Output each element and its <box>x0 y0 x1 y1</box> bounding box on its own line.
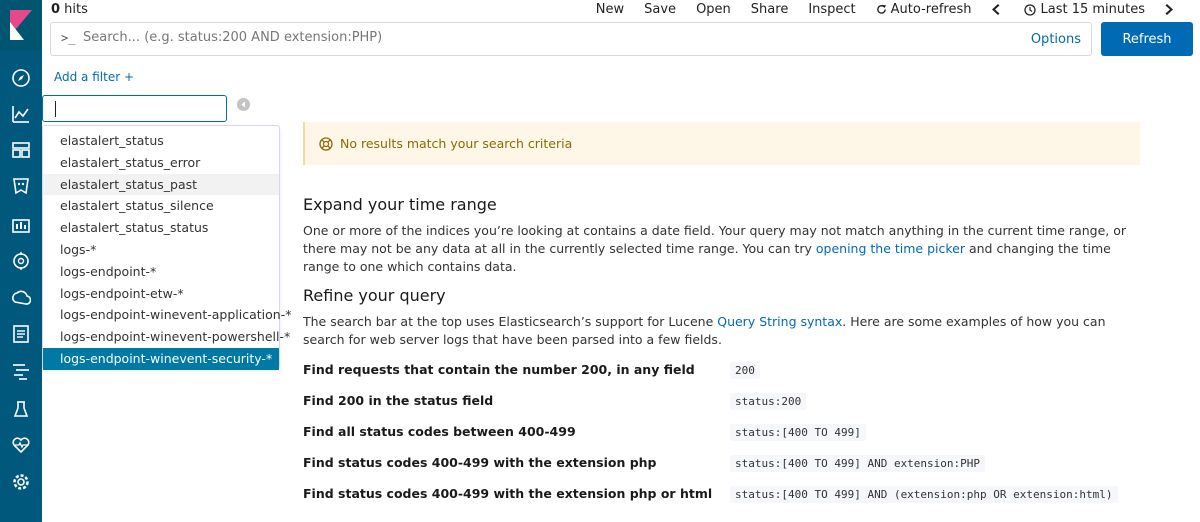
refresh-button[interactable]: Refresh <box>1101 22 1193 56</box>
index-pattern-item[interactable]: elastalert_status_error <box>43 152 279 174</box>
kibana-logo[interactable] <box>0 0 42 50</box>
help-icon <box>319 136 333 155</box>
chevron-left-icon <box>992 4 1000 15</box>
clock-icon <box>1024 3 1037 16</box>
hits-label: hits <box>60 2 88 17</box>
collapse-sidebar-icon[interactable] <box>237 98 250 111</box>
example-code: status:[400 TO 499] AND (extension:php O… <box>730 486 1118 503</box>
top-menu: New Save Open Share Inspect Auto-refresh… <box>576 2 1178 17</box>
example-code: status:200 <box>730 393 807 410</box>
auto-refresh-label: Auto-refresh <box>890 2 972 17</box>
dev-tools-icon[interactable] <box>8 396 34 422</box>
monitoring-icon[interactable] <box>8 432 34 458</box>
index-pattern-item[interactable]: elastalert_status <box>43 130 279 152</box>
query-string-syntax-link[interactable]: Query String syntax <box>717 314 842 329</box>
text-cursor <box>55 101 56 117</box>
example-label: Find status codes 400-499 with the exten… <box>303 486 713 501</box>
example-label: Find all status codes between 400-499 <box>303 424 576 439</box>
timelion-icon[interactable] <box>8 173 34 199</box>
hits-count: 0 hits <box>51 2 88 17</box>
new-menu-item[interactable]: New <box>596 2 624 17</box>
example-code: status:[400 TO 499] AND extension:PHP <box>730 455 986 472</box>
add-filter-link[interactable]: Add a filter + <box>54 70 134 84</box>
refine-query-text: The search bar at the top uses Elasticse… <box>303 313 1143 349</box>
refine-query-heading: Refine your query <box>303 286 446 305</box>
query-bar: >_ Options <box>50 22 1092 56</box>
share-menu-item[interactable]: Share <box>751 2 789 17</box>
example-code: status:[400 TO 499] <box>730 424 866 441</box>
dashboard-icon[interactable] <box>8 137 34 163</box>
refresh-icon <box>876 4 886 14</box>
example-code: 200 <box>730 362 760 379</box>
index-pattern-item[interactable]: logs-endpoint-winevent-application-* <box>43 304 291 326</box>
expand-time-range-heading: Expand your time range <box>303 195 497 214</box>
chevron-right-icon <box>1165 4 1173 15</box>
example-label: Find status codes 400-499 with the exten… <box>303 455 657 470</box>
hits-number: 0 <box>51 2 61 17</box>
management-gear-icon[interactable] <box>8 469 34 495</box>
index-pattern-item[interactable]: logs-endpoint-* <box>43 261 279 283</box>
search-input[interactable] <box>83 30 983 45</box>
open-time-picker-link[interactable]: opening the time picker <box>816 241 965 256</box>
infrastructure-icon[interactable] <box>8 285 34 311</box>
index-pattern-item[interactable]: elastalert_status_status <box>43 217 279 239</box>
apm-icon[interactable] <box>8 358 34 384</box>
canvas-icon[interactable] <box>8 211 34 237</box>
example-label: Find 200 in the status field <box>303 393 494 408</box>
auto-refresh-button[interactable]: Auto-refresh <box>876 2 972 17</box>
index-pattern-item[interactable]: logs-* <box>43 239 279 261</box>
index-pattern-list: elastalert_status elastalert_status_erro… <box>42 125 291 370</box>
index-pattern-search-input[interactable] <box>42 95 227 122</box>
time-range-label: Last 15 minutes <box>1040 2 1145 17</box>
index-pattern-item[interactable]: elastalert_status_past <box>43 173 279 196</box>
time-back-button[interactable] <box>991 4 1004 15</box>
callout-text: No results match your search criteria <box>340 136 573 151</box>
inspect-menu-item[interactable]: Inspect <box>808 2 855 17</box>
expand-time-range-text: One or more of the indices you’re lookin… <box>303 222 1143 276</box>
time-forward-button[interactable] <box>1165 4 1178 15</box>
side-nav <box>0 0 42 522</box>
index-pattern-item[interactable]: logs-endpoint-etw-* <box>43 283 279 305</box>
index-pattern-item-selected[interactable]: logs-endpoint-winevent-security-* <box>43 347 279 370</box>
index-pattern-item[interactable]: logs-endpoint-winevent-powershell-* <box>43 326 290 348</box>
logs-icon[interactable] <box>8 321 34 347</box>
visualize-icon[interactable] <box>8 101 34 127</box>
open-menu-item[interactable]: Open <box>696 2 731 17</box>
example-label: Find requests that contain the number 20… <box>303 362 695 377</box>
time-picker-button[interactable]: Last 15 minutes <box>1024 2 1145 17</box>
no-results-callout: No results match your search criteria <box>303 122 1140 165</box>
refine-text-a: The search bar at the top uses Elasticse… <box>303 314 718 329</box>
query-prompt-icon: >_ <box>61 31 76 45</box>
discover-icon[interactable] <box>8 65 34 91</box>
index-pattern-item[interactable]: elastalert_status_silence <box>43 195 279 217</box>
options-link[interactable]: Options <box>1031 32 1081 47</box>
ml-icon[interactable] <box>8 248 34 274</box>
save-menu-item[interactable]: Save <box>644 2 676 17</box>
